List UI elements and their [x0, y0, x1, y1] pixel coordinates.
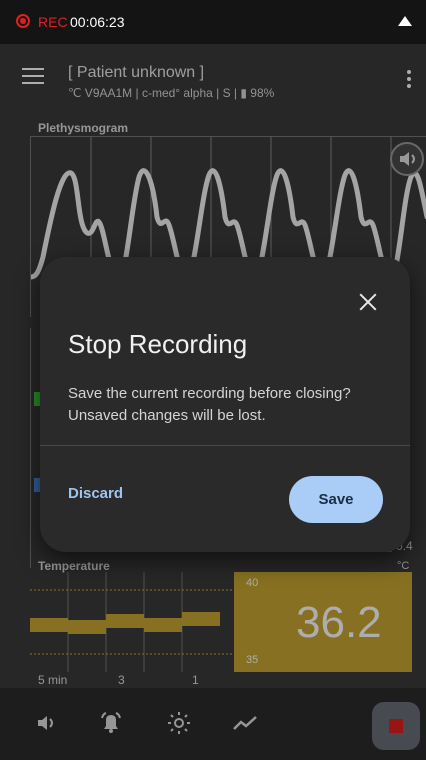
status-bar: REC 00:06:23 [0, 0, 426, 44]
close-icon[interactable] [357, 291, 379, 313]
save-button[interactable]: Save [289, 476, 383, 523]
dialog-title: Stop Recording [68, 329, 248, 359]
app-screen: REC 00:06:23 [ Patient unknown ] ℃ V9AA1… [0, 0, 426, 760]
stop-recording-dialog: Stop Recording Save the current recordin… [40, 257, 410, 552]
signal-icon [398, 16, 412, 26]
dialog-divider [40, 445, 410, 446]
rec-label: REC [38, 14, 68, 30]
rec-time: 00:06:23 [70, 14, 125, 30]
record-indicator-icon [16, 14, 30, 28]
dialog-message: Save the current recording before closin… [68, 385, 351, 424]
discard-button[interactable]: Discard [68, 485, 123, 502]
